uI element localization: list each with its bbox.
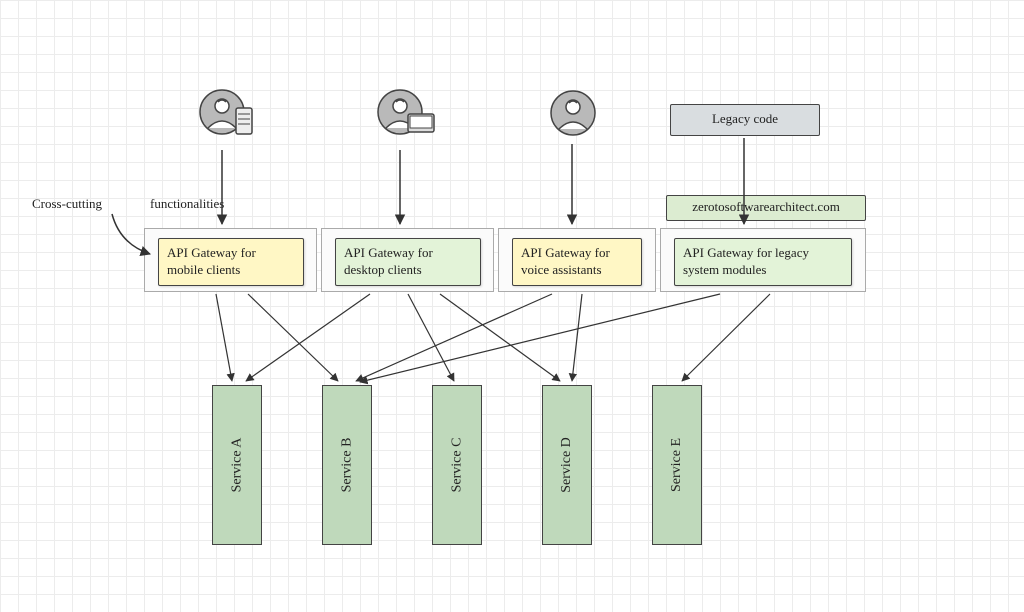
service-c: Service C xyxy=(432,385,482,545)
service-d: Service D xyxy=(542,385,592,545)
watermark: zerotosoftwarearchitect.com xyxy=(666,195,866,221)
client-legacy: Legacy code xyxy=(670,104,820,136)
annotation-cross-cutting: Cross-cutting xyxy=(32,196,102,212)
annotation-functionalities: functionalities xyxy=(150,196,224,212)
diagram-canvas: Legacy code Cross-cutting functionalitie… xyxy=(0,0,1024,612)
arrow-layer xyxy=(0,0,1024,612)
service-a: Service A xyxy=(212,385,262,545)
client-voice xyxy=(548,88,598,138)
legacy-label: Legacy code xyxy=(712,111,778,126)
gateway-desktop: API Gateway for desktop clients xyxy=(335,238,481,286)
service-b: Service B xyxy=(322,385,372,545)
gateway-mobile: API Gateway for mobile clients xyxy=(158,238,304,286)
client-mobile xyxy=(198,88,248,138)
client-desktop xyxy=(376,88,426,138)
service-e: Service E xyxy=(652,385,702,545)
gateway-legacy: API Gateway for legacy system modules xyxy=(674,238,852,286)
gateway-voice: API Gateway for voice assistants xyxy=(512,238,642,286)
